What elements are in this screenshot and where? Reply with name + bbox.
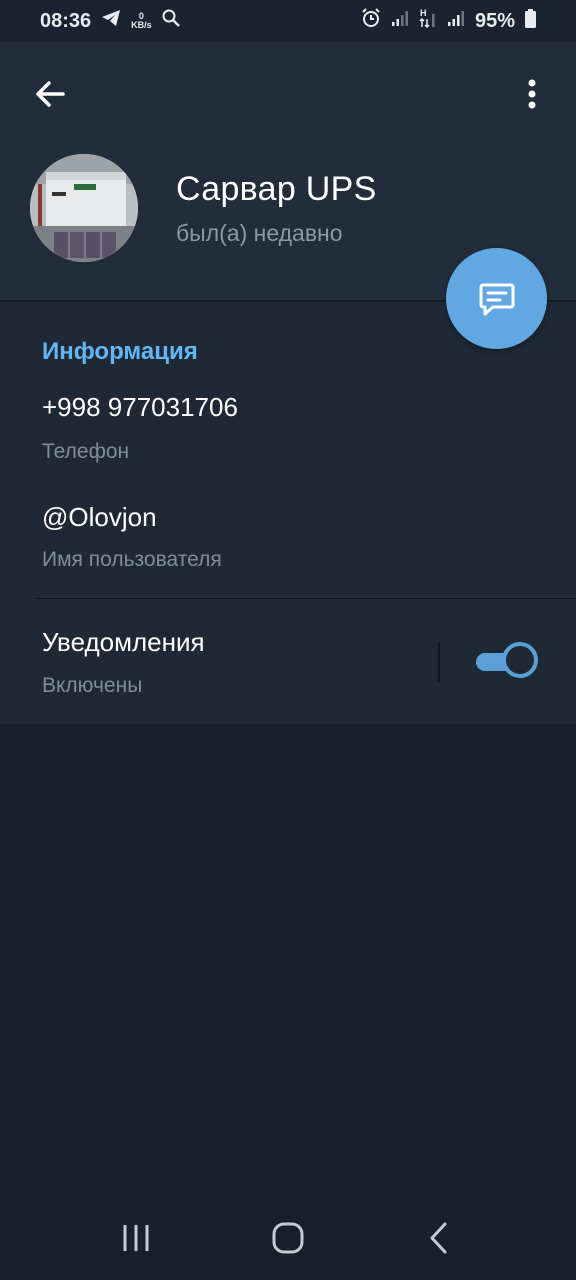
recent-apps-button[interactable] [106,1208,166,1268]
search-icon [162,9,180,33]
signal-icon [391,9,409,33]
network-type: H [420,8,427,18]
vertical-separator [438,642,440,682]
home-icon [272,1222,304,1254]
info-section: Информация +998 977031706 Телефон @Olovj… [0,302,576,724]
username-label: Имя пользователя [42,548,222,571]
home-button[interactable] [258,1208,318,1268]
phone-label: Телефон [42,440,130,463]
back-icon [430,1222,447,1254]
signal-h-icon: H [419,8,437,34]
net-speed-unit: KB/s [131,20,152,30]
battery-percent: 95% [474,9,515,32]
status-left: 08:36 0 KB/s [40,9,180,33]
divider [36,598,576,599]
arrow-left-icon [36,81,65,107]
profile-status: был(а) недавно [176,220,343,246]
notifications-toggle[interactable] [476,642,538,680]
avatar[interactable] [30,154,138,262]
avatar-photo [30,154,138,262]
section-title: Информация [42,338,198,365]
status-time: 08:36 [40,9,92,32]
message-icon [479,283,514,315]
status-right: H 95% [361,8,536,34]
send-message-button[interactable] [446,248,547,349]
more-button[interactable] [512,74,552,114]
signal-icon [447,9,465,33]
telegram-icon [101,9,121,33]
username-value: @Olovjon [42,502,157,532]
alarm-icon [361,8,381,34]
battery-icon [525,8,536,34]
toggle-knob [502,642,538,678]
more-vertical-icon [528,79,536,109]
notifications-title: Уведомления [42,627,205,657]
back-button[interactable] [30,74,70,114]
phone-value: +998 977031706 [42,392,238,422]
nav-back-button[interactable] [410,1208,470,1268]
navigation-bar [0,1196,576,1280]
profile-name: Сарвар UPS [176,170,377,208]
net-speed-indicator: 0 KB/s [131,12,152,30]
recent-apps-icon [123,1225,149,1251]
notifications-status: Включены [42,674,143,697]
status-bar: 08:36 0 KB/s H 95% [0,0,576,42]
